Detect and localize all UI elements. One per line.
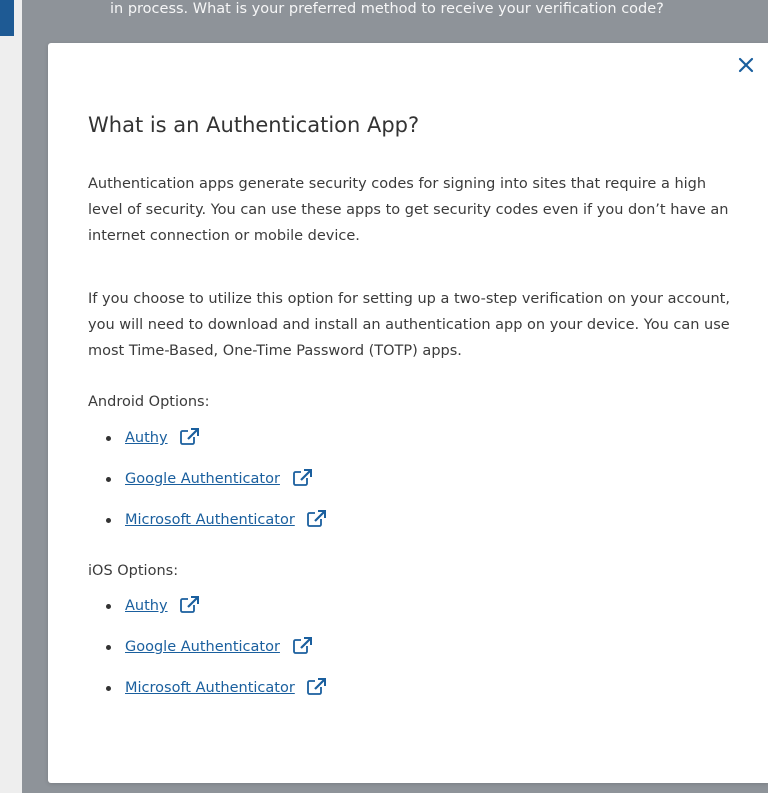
android-authy-link[interactable]: Authy xyxy=(125,430,168,446)
bullet-icon xyxy=(106,436,111,441)
bullet-icon xyxy=(106,604,111,609)
android-microsoft-authenticator-link[interactable]: Microsoft Authenticator xyxy=(125,512,295,528)
external-link-icon[interactable] xyxy=(292,469,312,486)
close-button[interactable] xyxy=(734,53,758,77)
external-link-icon[interactable] xyxy=(292,637,312,654)
android-options-list: Authy Google Authenticator Microsoft Aut… xyxy=(88,427,327,550)
list-item: Authy xyxy=(88,427,326,468)
page-accent-bar xyxy=(0,0,14,36)
description-paragraph: Authentication apps generate security co… xyxy=(88,176,729,244)
android-google-authenticator-link[interactable]: Google Authenticator xyxy=(125,471,280,487)
ios-options-label: iOS Options: xyxy=(88,563,179,579)
bullet-icon xyxy=(106,477,111,482)
list-item: Microsoft Authenticator xyxy=(88,677,327,718)
external-link-icon[interactable] xyxy=(180,596,200,613)
close-icon[interactable] xyxy=(738,57,754,73)
background-question-text: in process. What is your preferred metho… xyxy=(110,1,664,17)
dialog-title: What is an Authentication App? xyxy=(88,113,420,137)
external-link-icon[interactable] xyxy=(307,510,327,527)
list-item: Authy xyxy=(88,595,326,636)
android-options-label: Android Options: xyxy=(88,394,210,410)
bullet-icon xyxy=(106,518,111,523)
auth-app-dialog: What is an Authentication App? Authentic… xyxy=(48,43,768,783)
page-left-strip xyxy=(0,0,22,793)
ios-options-list: Authy Google Authenticator Microsoft Aut… xyxy=(88,595,327,718)
ios-microsoft-authenticator-link[interactable]: Microsoft Authenticator xyxy=(125,680,295,696)
setup-paragraph: If you choose to utilize this option for… xyxy=(88,291,730,359)
external-link-icon[interactable] xyxy=(307,678,327,695)
list-item: Google Authenticator xyxy=(88,636,326,677)
list-item: Microsoft Authenticator xyxy=(88,509,327,550)
bullet-icon xyxy=(106,686,111,691)
list-item: Google Authenticator xyxy=(88,468,326,509)
ios-google-authenticator-link[interactable]: Google Authenticator xyxy=(125,639,280,655)
bullet-icon xyxy=(106,645,111,650)
external-link-icon[interactable] xyxy=(180,428,200,445)
ios-authy-link[interactable]: Authy xyxy=(125,598,168,614)
